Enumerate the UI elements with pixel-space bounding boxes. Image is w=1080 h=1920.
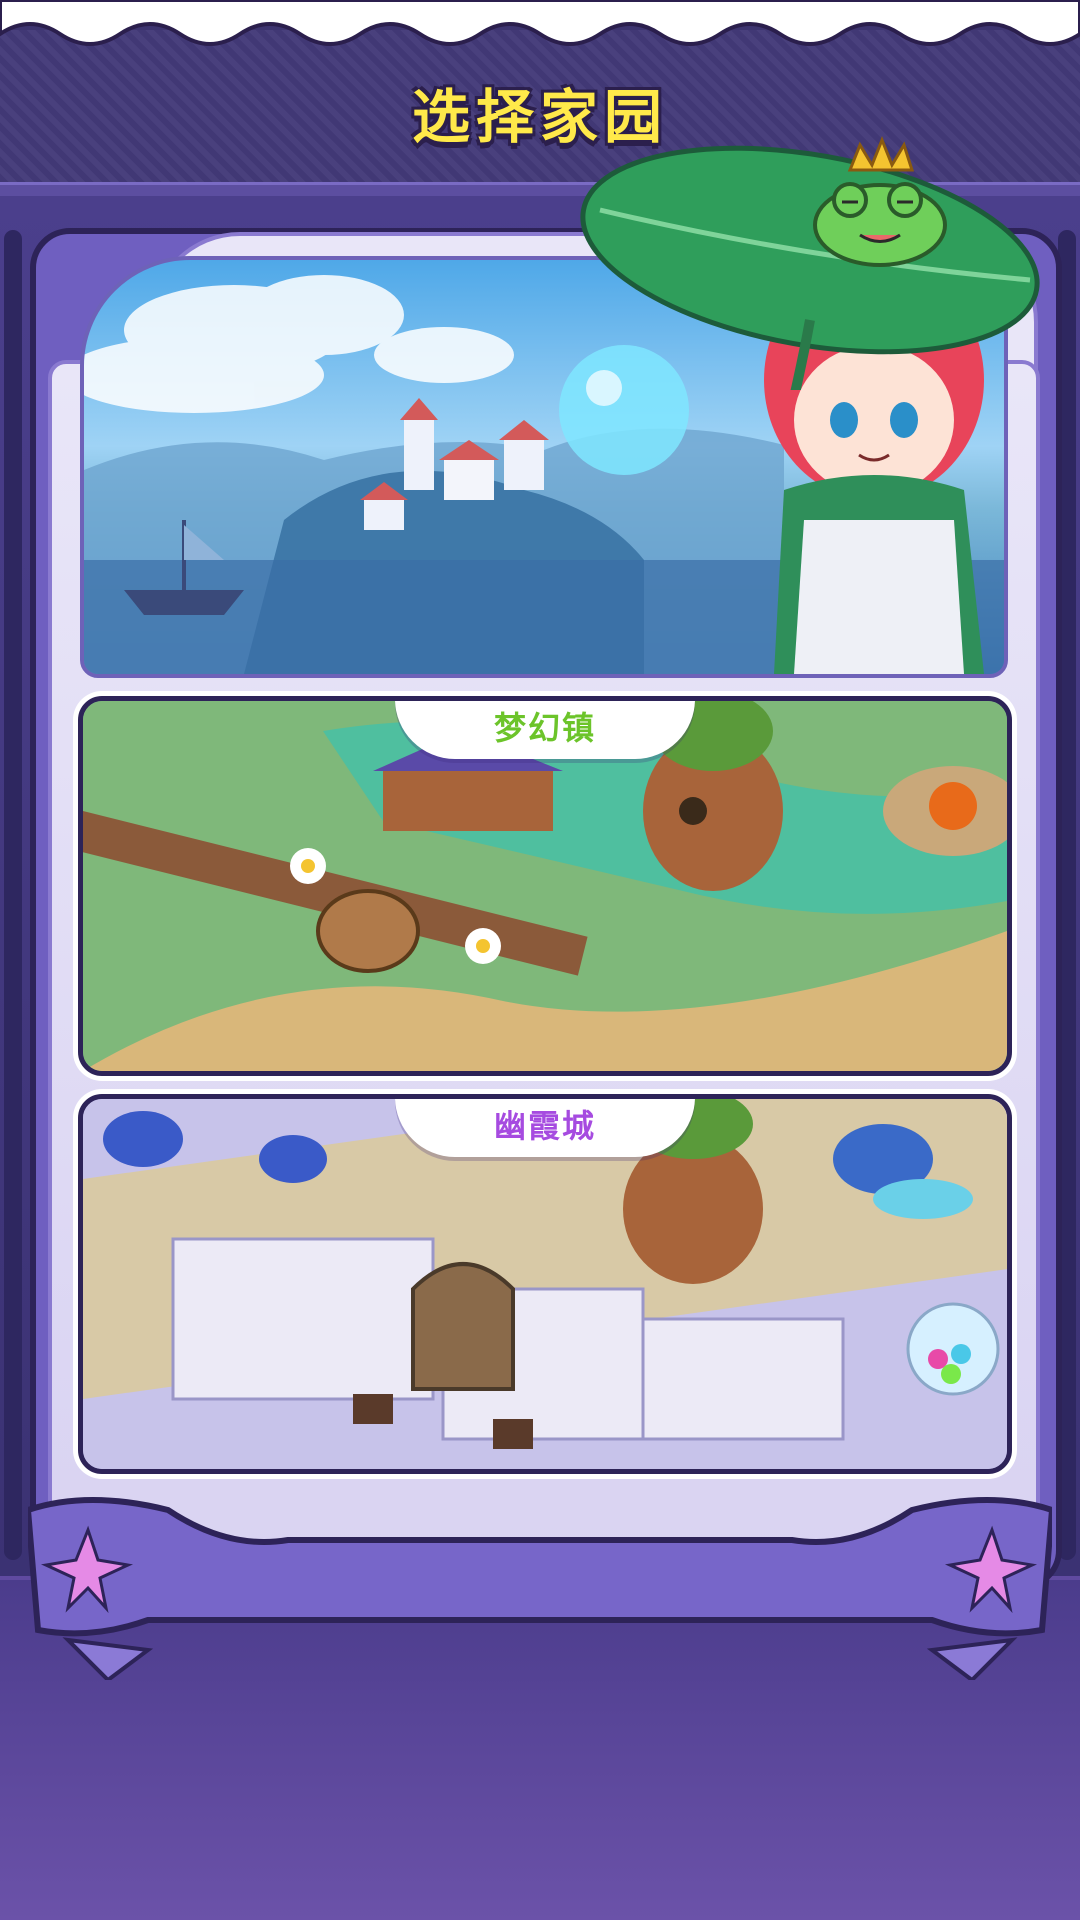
home-name-label: 幽霞城 bbox=[395, 1099, 695, 1157]
bottom-ribbon bbox=[28, 1497, 1052, 1680]
frog-icon bbox=[813, 182, 947, 267]
gate-door bbox=[411, 1262, 515, 1391]
gem-jar bbox=[906, 1302, 1000, 1396]
home-card-twilight-city[interactable]: 幽霞城 bbox=[78, 1094, 1012, 1474]
crown-icon bbox=[847, 135, 915, 172]
top-wave-decoration bbox=[0, 0, 1080, 46]
leaf-umbrella-icon bbox=[580, 135, 1040, 390]
clouds bbox=[84, 275, 514, 413]
left-side-deco bbox=[4, 230, 22, 1560]
home-name-label: 梦幻镇 bbox=[395, 701, 695, 759]
home-card-dream-town[interactable]: 梦幻镇 bbox=[78, 696, 1012, 1076]
